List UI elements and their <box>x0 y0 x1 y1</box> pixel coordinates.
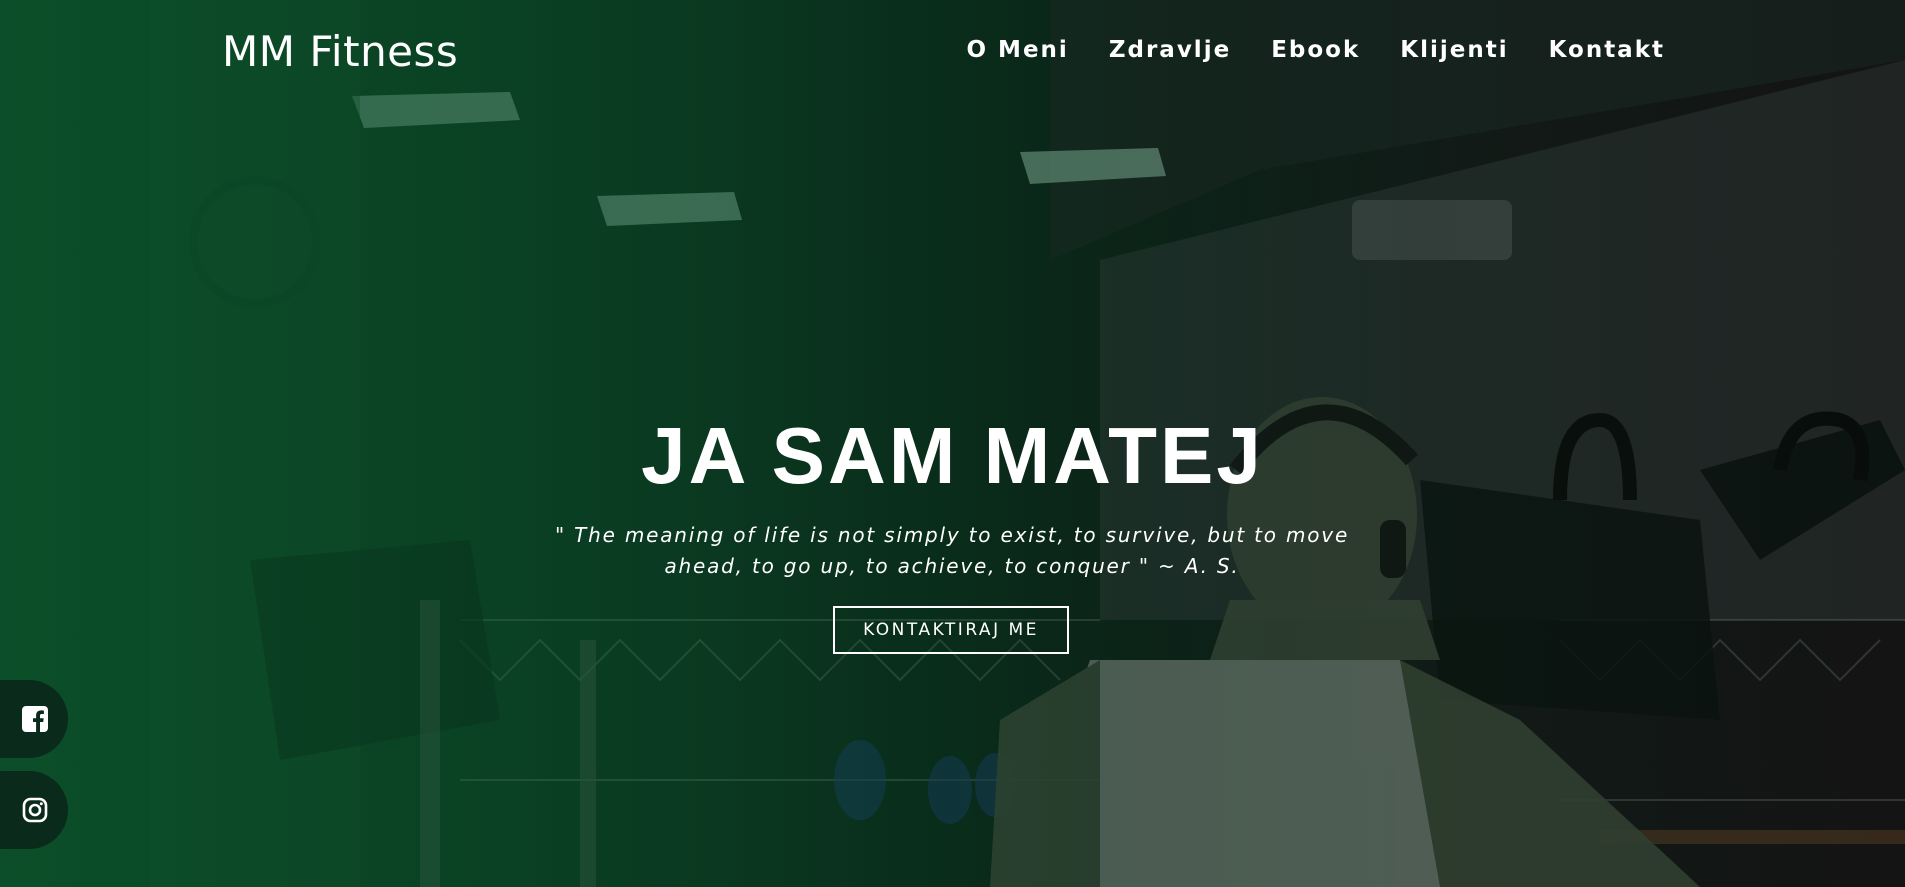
nav-item-klijenti[interactable]: Klijenti <box>1400 34 1508 66</box>
nav-item-o-meni[interactable]: O Meni <box>967 34 1069 66</box>
nav-item-ebook[interactable]: Ebook <box>1271 34 1360 66</box>
hero-title: JA SAM MATEJ <box>641 411 1264 500</box>
nav-item-zdravlje[interactable]: Zdravlje <box>1109 34 1231 66</box>
nav-item-kontakt[interactable]: Kontakt <box>1549 34 1665 66</box>
main-nav: O Meni Zdravlje Ebook Klijenti Kontakt <box>0 34 1665 66</box>
instagram-icon <box>22 797 48 823</box>
facebook-icon <box>22 706 48 732</box>
hero-quote: " The meaning of life is not simply to e… <box>554 523 1350 578</box>
contact-me-button[interactable]: KONTAKTIRAJ ME <box>833 606 1069 654</box>
